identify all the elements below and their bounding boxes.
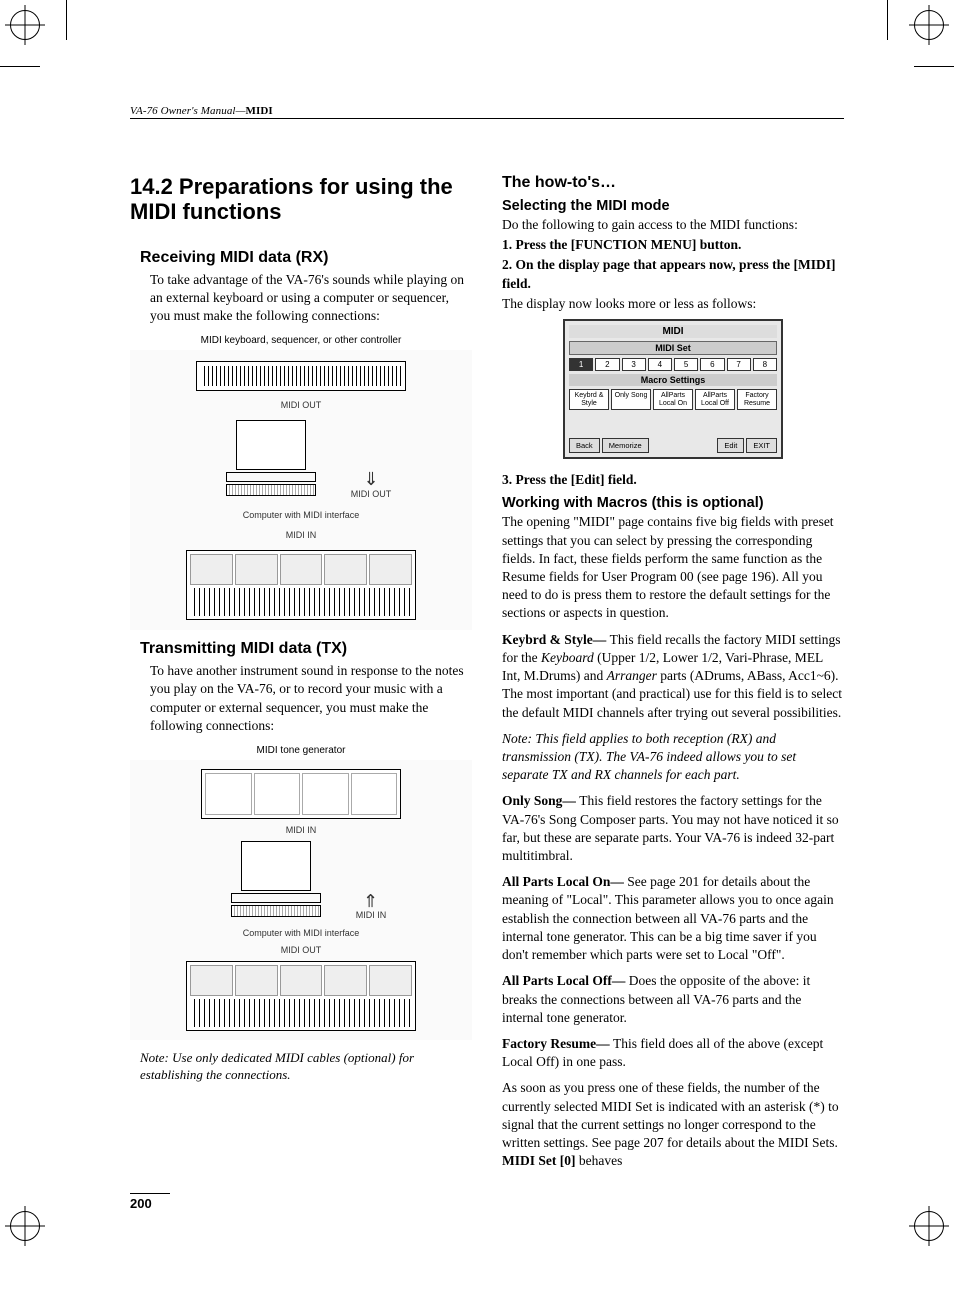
screen-bottom-row: Back Memorize Edit EXIT bbox=[569, 438, 777, 453]
step-1: 1. Press the [FUNCTION MENU] button. bbox=[502, 236, 844, 254]
macros-intro: The opening "MIDI" page contains five bi… bbox=[502, 513, 844, 622]
tx-body: To have another instrument sound in resp… bbox=[130, 662, 472, 735]
step-2-after: The display now looks more or less as fo… bbox=[502, 295, 844, 313]
tx-fig-caption: MIDI tone generator bbox=[130, 745, 472, 756]
macro-keybrd-style: Keybrd & Style— This field recalls the f… bbox=[502, 631, 844, 722]
screen-macro-row: Keybrd & Style Only Song AllParts Local … bbox=[569, 389, 777, 410]
crop-mark-icon bbox=[66, 0, 67, 40]
tx-note: Note: Use only dedicated MIDI cables (op… bbox=[130, 1050, 472, 1084]
step-2: 2. On the display page that appears now,… bbox=[502, 256, 844, 292]
screen-num: 7 bbox=[727, 358, 751, 371]
midi-in-label: MIDI IN bbox=[286, 824, 317, 836]
screen-num: 8 bbox=[753, 358, 777, 371]
screen-num: 3 bbox=[622, 358, 646, 371]
computer-icon bbox=[211, 420, 331, 500]
screen-macro-btn: Factory Resume bbox=[737, 389, 777, 410]
rx-body: To take advantage of the VA-76's sounds … bbox=[130, 271, 472, 326]
reg-mark-icon bbox=[914, 10, 944, 40]
midi-out-label: MIDI OUT bbox=[281, 399, 322, 411]
arrow-down-icon: ⇓ bbox=[363, 470, 378, 488]
reg-mark-icon bbox=[914, 1211, 944, 1241]
macro-factory-resume: Factory Resume— This field does all of t… bbox=[502, 1035, 844, 1071]
screen-num: 6 bbox=[700, 358, 724, 371]
macros-heading: Working with Macros (this is optional) bbox=[502, 495, 844, 511]
screen-exit-btn: EXIT bbox=[746, 438, 777, 453]
rx-diagram: MIDI OUT ⇓ MIDI OUT Computer with MIDI i… bbox=[130, 350, 472, 630]
screen-set-label: MIDI Set bbox=[569, 341, 777, 355]
macro-local-off: All Parts Local Off— Does the opposite o… bbox=[502, 972, 844, 1027]
crop-mark-icon bbox=[0, 66, 40, 67]
rx-heading: Receiving MIDI data (RX) bbox=[130, 249, 472, 267]
screen-title: MIDI bbox=[569, 325, 777, 338]
rx-fig-caption: MIDI keyboard, sequencer, or other contr… bbox=[130, 335, 472, 346]
screen-macro-btn: Keybrd & Style bbox=[569, 389, 609, 410]
right-column: The how-to's… Selecting the MIDI mode Do… bbox=[502, 174, 844, 1179]
reg-mark-icon bbox=[10, 1211, 40, 1241]
fig-computer-label: Computer with MIDI interface bbox=[243, 927, 360, 939]
crop-mark-icon bbox=[914, 66, 954, 67]
crop-mark-icon bbox=[887, 0, 888, 40]
page-number: 200 bbox=[130, 1193, 170, 1211]
screen-edit-btn: Edit bbox=[717, 438, 744, 453]
tone-generator-icon bbox=[201, 769, 401, 819]
screen-num: 4 bbox=[648, 358, 672, 371]
fig-computer-label: Computer with MIDI interface bbox=[243, 509, 360, 521]
page-header: VA-76 Owner's Manual—MIDI bbox=[130, 105, 844, 119]
step-3: 3. Press the [Edit] field. bbox=[502, 471, 844, 489]
screen-macro-btn: AllParts Local On bbox=[653, 389, 693, 410]
reg-mark-icon bbox=[10, 10, 40, 40]
screen-num: 5 bbox=[674, 358, 698, 371]
header-section: MIDI bbox=[245, 105, 272, 117]
section-title: 14.2 Preparations for using the MIDI fun… bbox=[130, 174, 472, 225]
select-mode-heading: Selecting the MIDI mode bbox=[502, 198, 844, 214]
screen-num-row: 1 2 3 4 5 6 7 8 bbox=[569, 358, 777, 371]
midi-out-label: MIDI OUT bbox=[281, 944, 322, 956]
midi-screen: MIDI MIDI Set 1 2 3 4 5 6 7 8 Macro Sett… bbox=[563, 319, 783, 459]
midi-out-label: MIDI OUT bbox=[351, 488, 392, 500]
screen-num: 1 bbox=[569, 358, 593, 371]
screen-macro-btn: Only Song bbox=[611, 389, 651, 410]
va76-keyboard-icon bbox=[186, 550, 416, 620]
select-intro: Do the following to gain access to the M… bbox=[502, 216, 844, 234]
midi-in-label: MIDI IN bbox=[356, 909, 387, 921]
tx-heading: Transmitting MIDI data (TX) bbox=[130, 640, 472, 658]
computer-icon bbox=[216, 841, 336, 921]
tx-figure: MIDI tone generator MIDI IN ⇓ MIDI IN Co… bbox=[130, 745, 472, 1040]
arrow-up-icon: ⇓ bbox=[363, 891, 378, 909]
screen-macro-btn: AllParts Local Off bbox=[695, 389, 735, 410]
rx-figure: MIDI keyboard, sequencer, or other contr… bbox=[130, 335, 472, 630]
macro-local-on: All Parts Local On— See page 201 for det… bbox=[502, 873, 844, 964]
screen-memorize-btn: Memorize bbox=[602, 438, 649, 453]
midi-keyboard-icon bbox=[196, 361, 406, 391]
screen-num: 2 bbox=[595, 358, 619, 371]
howto-heading: The how-to's… bbox=[502, 174, 844, 192]
screen-macro-label: Macro Settings bbox=[569, 374, 777, 386]
macro-1-note: Note: This field applies to both recepti… bbox=[502, 730, 844, 785]
tx-diagram: MIDI IN ⇓ MIDI IN Computer with MIDI int… bbox=[130, 760, 472, 1040]
left-column: 14.2 Preparations for using the MIDI fun… bbox=[130, 174, 472, 1179]
closing-paragraph: As soon as you press one of these fields… bbox=[502, 1079, 844, 1170]
header-product: VA-76 Owner's Manual bbox=[130, 105, 236, 117]
macro-only-song: Only Song— This field restores the facto… bbox=[502, 792, 844, 865]
midi-in-label: MIDI IN bbox=[286, 529, 317, 541]
va76-keyboard-icon bbox=[186, 961, 416, 1031]
screen-back-btn: Back bbox=[569, 438, 600, 453]
